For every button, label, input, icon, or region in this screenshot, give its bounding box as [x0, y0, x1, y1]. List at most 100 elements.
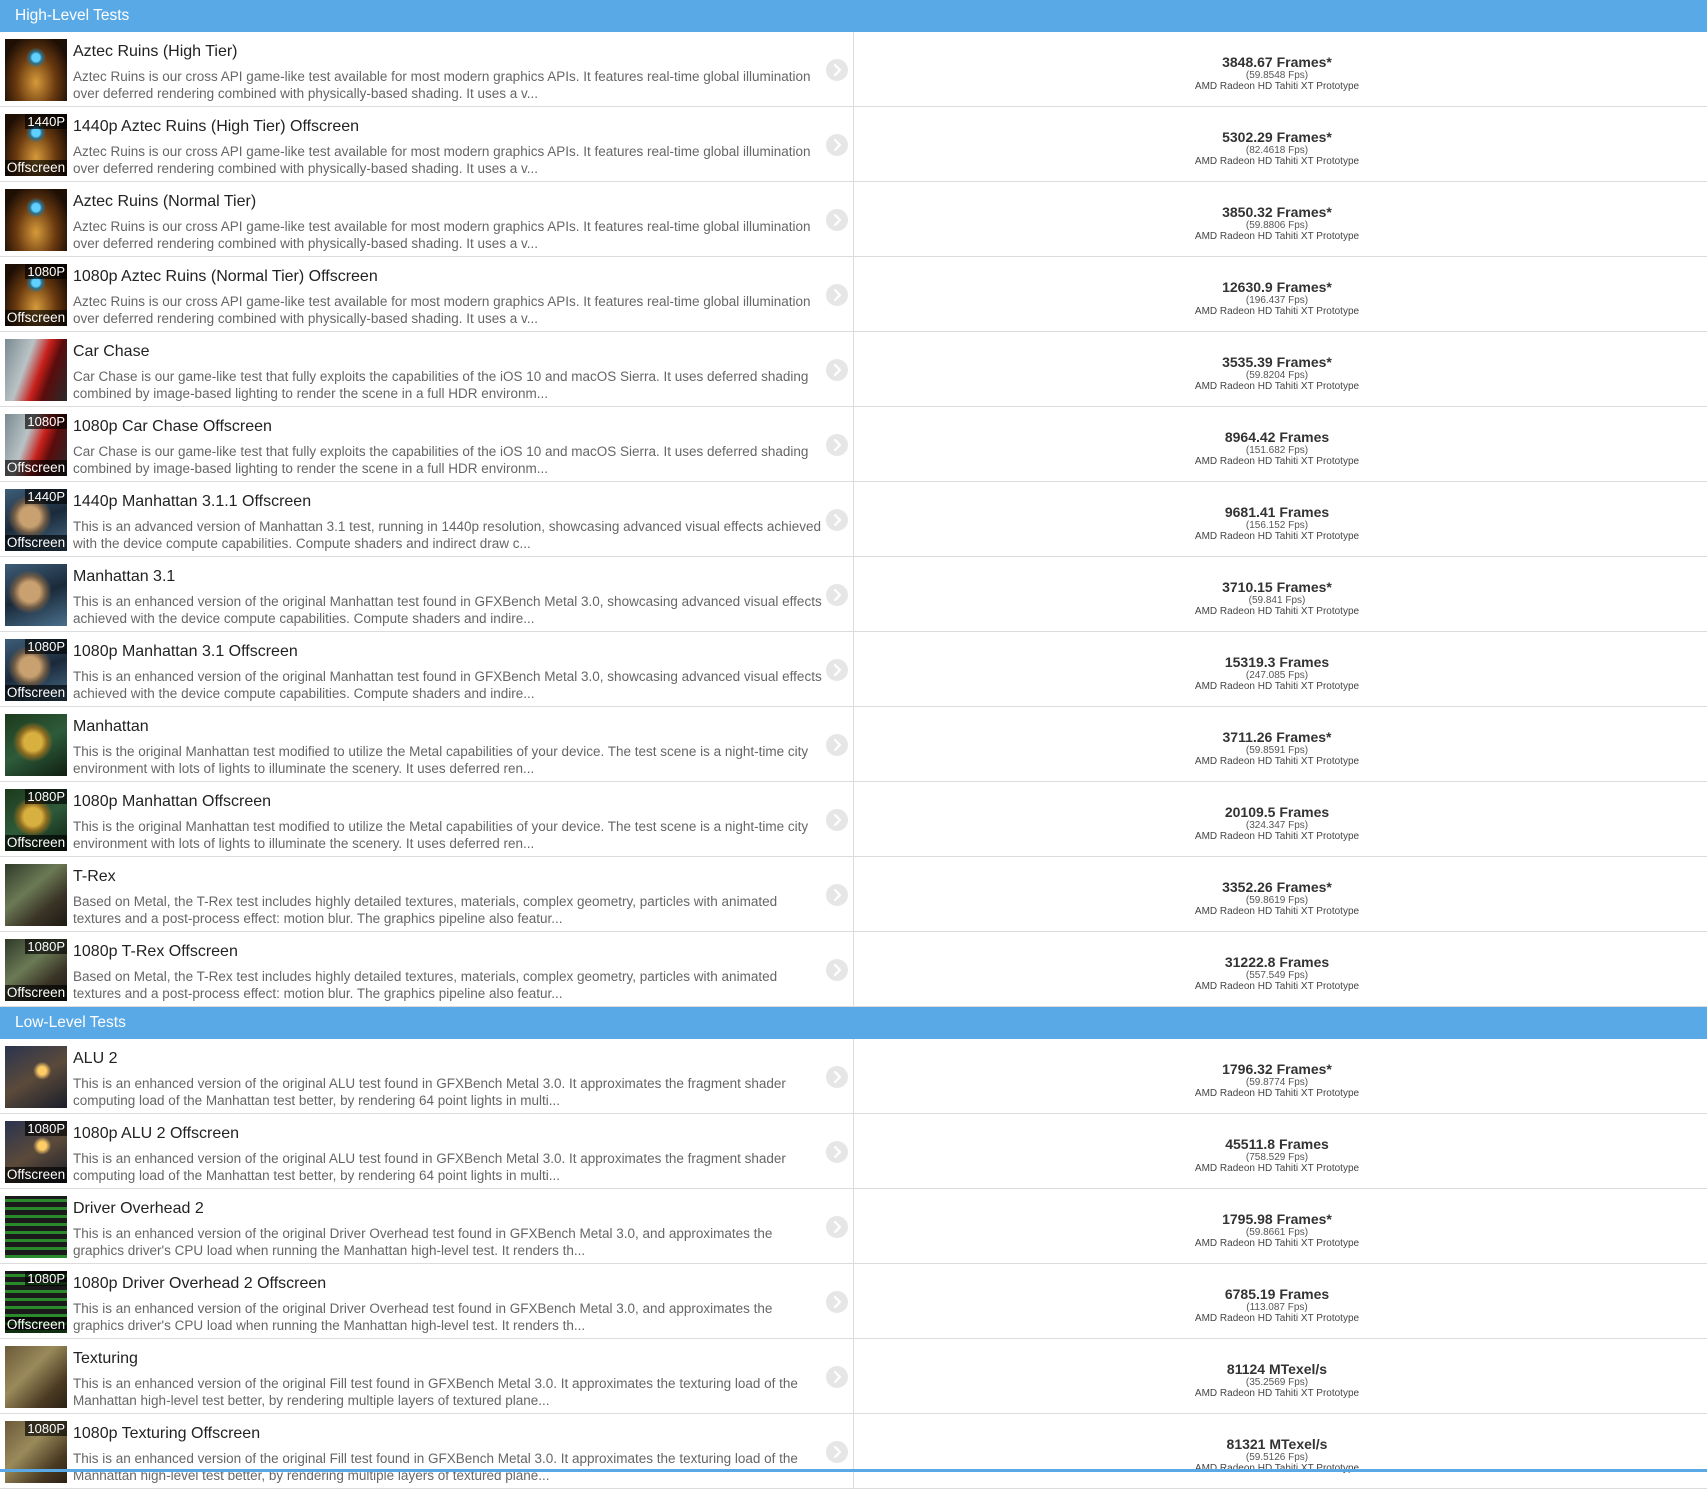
- test-result: 81124 MTexel/s (35.2569 Fps) AMD Radeon …: [1077, 1361, 1477, 1400]
- details-chevron-icon[interactable]: [826, 209, 848, 231]
- test-row[interactable]: 1440P Offscreen 1440p Manhattan 3.1.1 Of…: [0, 482, 1707, 557]
- test-row[interactable]: 1080P Offscreen 1080p Driver Overhead 2 …: [0, 1264, 1707, 1339]
- result-fps: (59.8204 Fps): [1245, 370, 1309, 381]
- test-thumbnail: 1080P Offscreen: [5, 939, 67, 1001]
- test-description: Aztec Ruins is our cross API game-like t…: [73, 219, 811, 251]
- test-row[interactable]: T-Rex Based on Metal, the T-Rex test inc…: [0, 857, 1707, 932]
- result-device: AMD Radeon HD Tahiti XT Prototype: [1194, 81, 1360, 92]
- test-row[interactable]: 1080P Offscreen 1080p ALU 2 Offscreen Th…: [0, 1114, 1707, 1189]
- result-fps: (35.2569 Fps): [1245, 1377, 1309, 1388]
- details-chevron-icon[interactable]: [826, 584, 848, 606]
- details-chevron-icon[interactable]: [826, 359, 848, 381]
- test-thumbnail: 1080P Offscreen: [5, 639, 67, 701]
- result-score: 45511.8 Frames: [1225, 1136, 1329, 1152]
- test-description: Based on Metal, the T-Rex test includes …: [73, 969, 778, 1001]
- test-title: ALU 2: [73, 1050, 118, 1067]
- column-divider: [853, 932, 854, 1006]
- test-thumbnail: [5, 1196, 67, 1258]
- result-score: 1796.32 Frames*: [1222, 1061, 1332, 1077]
- test-row[interactable]: Texturing This is an enhanced version of…: [0, 1339, 1707, 1414]
- test-title: Aztec Ruins (Normal Tier): [73, 193, 257, 210]
- result-device: AMD Radeon HD Tahiti XT Prototype: [1194, 1163, 1360, 1174]
- result-fps: (113.087 Fps): [1246, 1302, 1308, 1313]
- result-device: AMD Radeon HD Tahiti XT Prototype: [1194, 756, 1360, 767]
- details-chevron-icon[interactable]: [826, 1366, 848, 1388]
- result-device: AMD Radeon HD Tahiti XT Prototype: [1194, 156, 1360, 167]
- result-device: AMD Radeon HD Tahiti XT Prototype: [1194, 1088, 1360, 1099]
- test-result: 5302.29 Frames* (82.4618 Fps) AMD Radeon…: [1077, 129, 1477, 168]
- section-header: High-Level Tests: [0, 0, 1707, 32]
- test-title: 1080p Aztec Ruins (Normal Tier) Offscree…: [73, 268, 378, 285]
- result-score: 81124 MTexel/s: [1226, 1361, 1328, 1377]
- test-row[interactable]: 1080P 1080p Texturing Offscreen This is …: [0, 1414, 1707, 1489]
- column-divider: [853, 707, 854, 781]
- test-row[interactable]: 1080P Offscreen 1080p Car Chase Offscree…: [0, 407, 1707, 482]
- result-fps: (59.8806 Fps): [1245, 220, 1309, 231]
- test-section: High-Level Tests Aztec Ruins (High Tier)…: [0, 0, 1707, 1007]
- thumbnail-image: [5, 864, 67, 926]
- result-score: 3848.67 Frames*: [1222, 54, 1332, 70]
- test-title: 1080p T-Rex Offscreen: [73, 943, 238, 960]
- result-device: AMD Radeon HD Tahiti XT Prototype: [1194, 606, 1360, 617]
- test-result: 3535.39 Frames* (59.8204 Fps) AMD Radeon…: [1077, 354, 1477, 393]
- test-result: 45511.8 Frames (758.529 Fps) AMD Radeon …: [1077, 1136, 1477, 1175]
- details-chevron-icon[interactable]: [826, 884, 848, 906]
- resolution-badge: 1080P: [25, 789, 67, 804]
- result-score: 3352.26 Frames*: [1222, 879, 1332, 895]
- details-chevron-icon[interactable]: [826, 284, 848, 306]
- test-row[interactable]: 1080P Offscreen 1080p T-Rex Offscreen Ba…: [0, 932, 1707, 1007]
- section-rows: Aztec Ruins (High Tier) Aztec Ruins is o…: [0, 32, 1707, 1007]
- test-row[interactable]: Driver Overhead 2 This is an enhanced ve…: [0, 1189, 1707, 1264]
- resolution-badge: 1080P: [25, 1271, 67, 1286]
- test-row[interactable]: 1080P Offscreen 1080p Manhattan 3.1 Offs…: [0, 632, 1707, 707]
- details-chevron-icon[interactable]: [826, 1141, 848, 1163]
- test-description: Aztec Ruins is our cross API game-like t…: [73, 69, 811, 101]
- column-divider: [853, 1189, 854, 1263]
- result-device: AMD Radeon HD Tahiti XT Prototype: [1194, 1388, 1360, 1399]
- details-chevron-icon[interactable]: [826, 509, 848, 531]
- test-description: This is an enhanced version of the origi…: [73, 1076, 786, 1108]
- test-row[interactable]: ALU 2 This is an enhanced version of the…: [0, 1039, 1707, 1114]
- result-fps: (59.841 Fps): [1248, 595, 1306, 606]
- test-description: This is an enhanced version of the origi…: [73, 594, 822, 626]
- test-title: Manhattan 3.1: [73, 568, 176, 585]
- details-chevron-icon[interactable]: [826, 1291, 848, 1313]
- resolution-badge: 1080P: [25, 939, 67, 954]
- details-chevron-icon[interactable]: [826, 1216, 848, 1238]
- test-result: 1796.32 Frames* (59.8774 Fps) AMD Radeon…: [1077, 1061, 1477, 1100]
- details-chevron-icon[interactable]: [826, 734, 848, 756]
- details-chevron-icon[interactable]: [826, 434, 848, 456]
- column-divider: [853, 332, 854, 406]
- result-fps: (59.8661 Fps): [1245, 1227, 1309, 1238]
- test-row[interactable]: 1080P Offscreen 1080p Manhattan Offscree…: [0, 782, 1707, 857]
- test-row[interactable]: Manhattan This is the original Manhattan…: [0, 707, 1707, 782]
- thumbnail-image: [5, 189, 67, 251]
- test-row[interactable]: Aztec Ruins (Normal Tier) Aztec Ruins is…: [0, 182, 1707, 257]
- resolution-badge: 1080P: [25, 264, 67, 279]
- result-score: 81321 MTexel/s: [1226, 1436, 1328, 1452]
- result-score: 3535.39 Frames*: [1222, 354, 1332, 370]
- resolution-badge: 1440P: [25, 489, 67, 504]
- test-result: 3711.26 Frames* (59.8591 Fps) AMD Radeon…: [1077, 729, 1477, 768]
- details-chevron-icon[interactable]: [826, 809, 848, 831]
- test-row[interactable]: 1440P Offscreen 1440p Aztec Ruins (High …: [0, 107, 1707, 182]
- test-result: 3850.32 Frames* (59.8806 Fps) AMD Radeon…: [1077, 204, 1477, 243]
- details-chevron-icon[interactable]: [826, 659, 848, 681]
- test-row[interactable]: 1080P Offscreen 1080p Aztec Ruins (Norma…: [0, 257, 1707, 332]
- details-chevron-icon[interactable]: [826, 1441, 848, 1463]
- test-title: 1440p Aztec Ruins (High Tier) Offscreen: [73, 118, 360, 135]
- test-description: This is an advanced version of Manhattan…: [73, 519, 821, 551]
- details-chevron-icon[interactable]: [826, 1066, 848, 1088]
- details-chevron-icon[interactable]: [826, 134, 848, 156]
- offscreen-badge: Offscreen: [5, 985, 67, 1001]
- test-row[interactable]: Car Chase Car Chase is our game-like tes…: [0, 332, 1707, 407]
- details-chevron-icon[interactable]: [826, 59, 848, 81]
- column-divider: [853, 182, 854, 256]
- test-row[interactable]: Aztec Ruins (High Tier) Aztec Ruins is o…: [0, 32, 1707, 107]
- test-result: 20109.5 Frames (324.347 Fps) AMD Radeon …: [1077, 804, 1477, 843]
- test-row[interactable]: Manhattan 3.1 This is an enhanced versio…: [0, 557, 1707, 632]
- result-device: AMD Radeon HD Tahiti XT Prototype: [1194, 831, 1360, 842]
- offscreen-badge: Offscreen: [5, 835, 67, 851]
- result-device: AMD Radeon HD Tahiti XT Prototype: [1194, 1313, 1360, 1324]
- details-chevron-icon[interactable]: [826, 959, 848, 981]
